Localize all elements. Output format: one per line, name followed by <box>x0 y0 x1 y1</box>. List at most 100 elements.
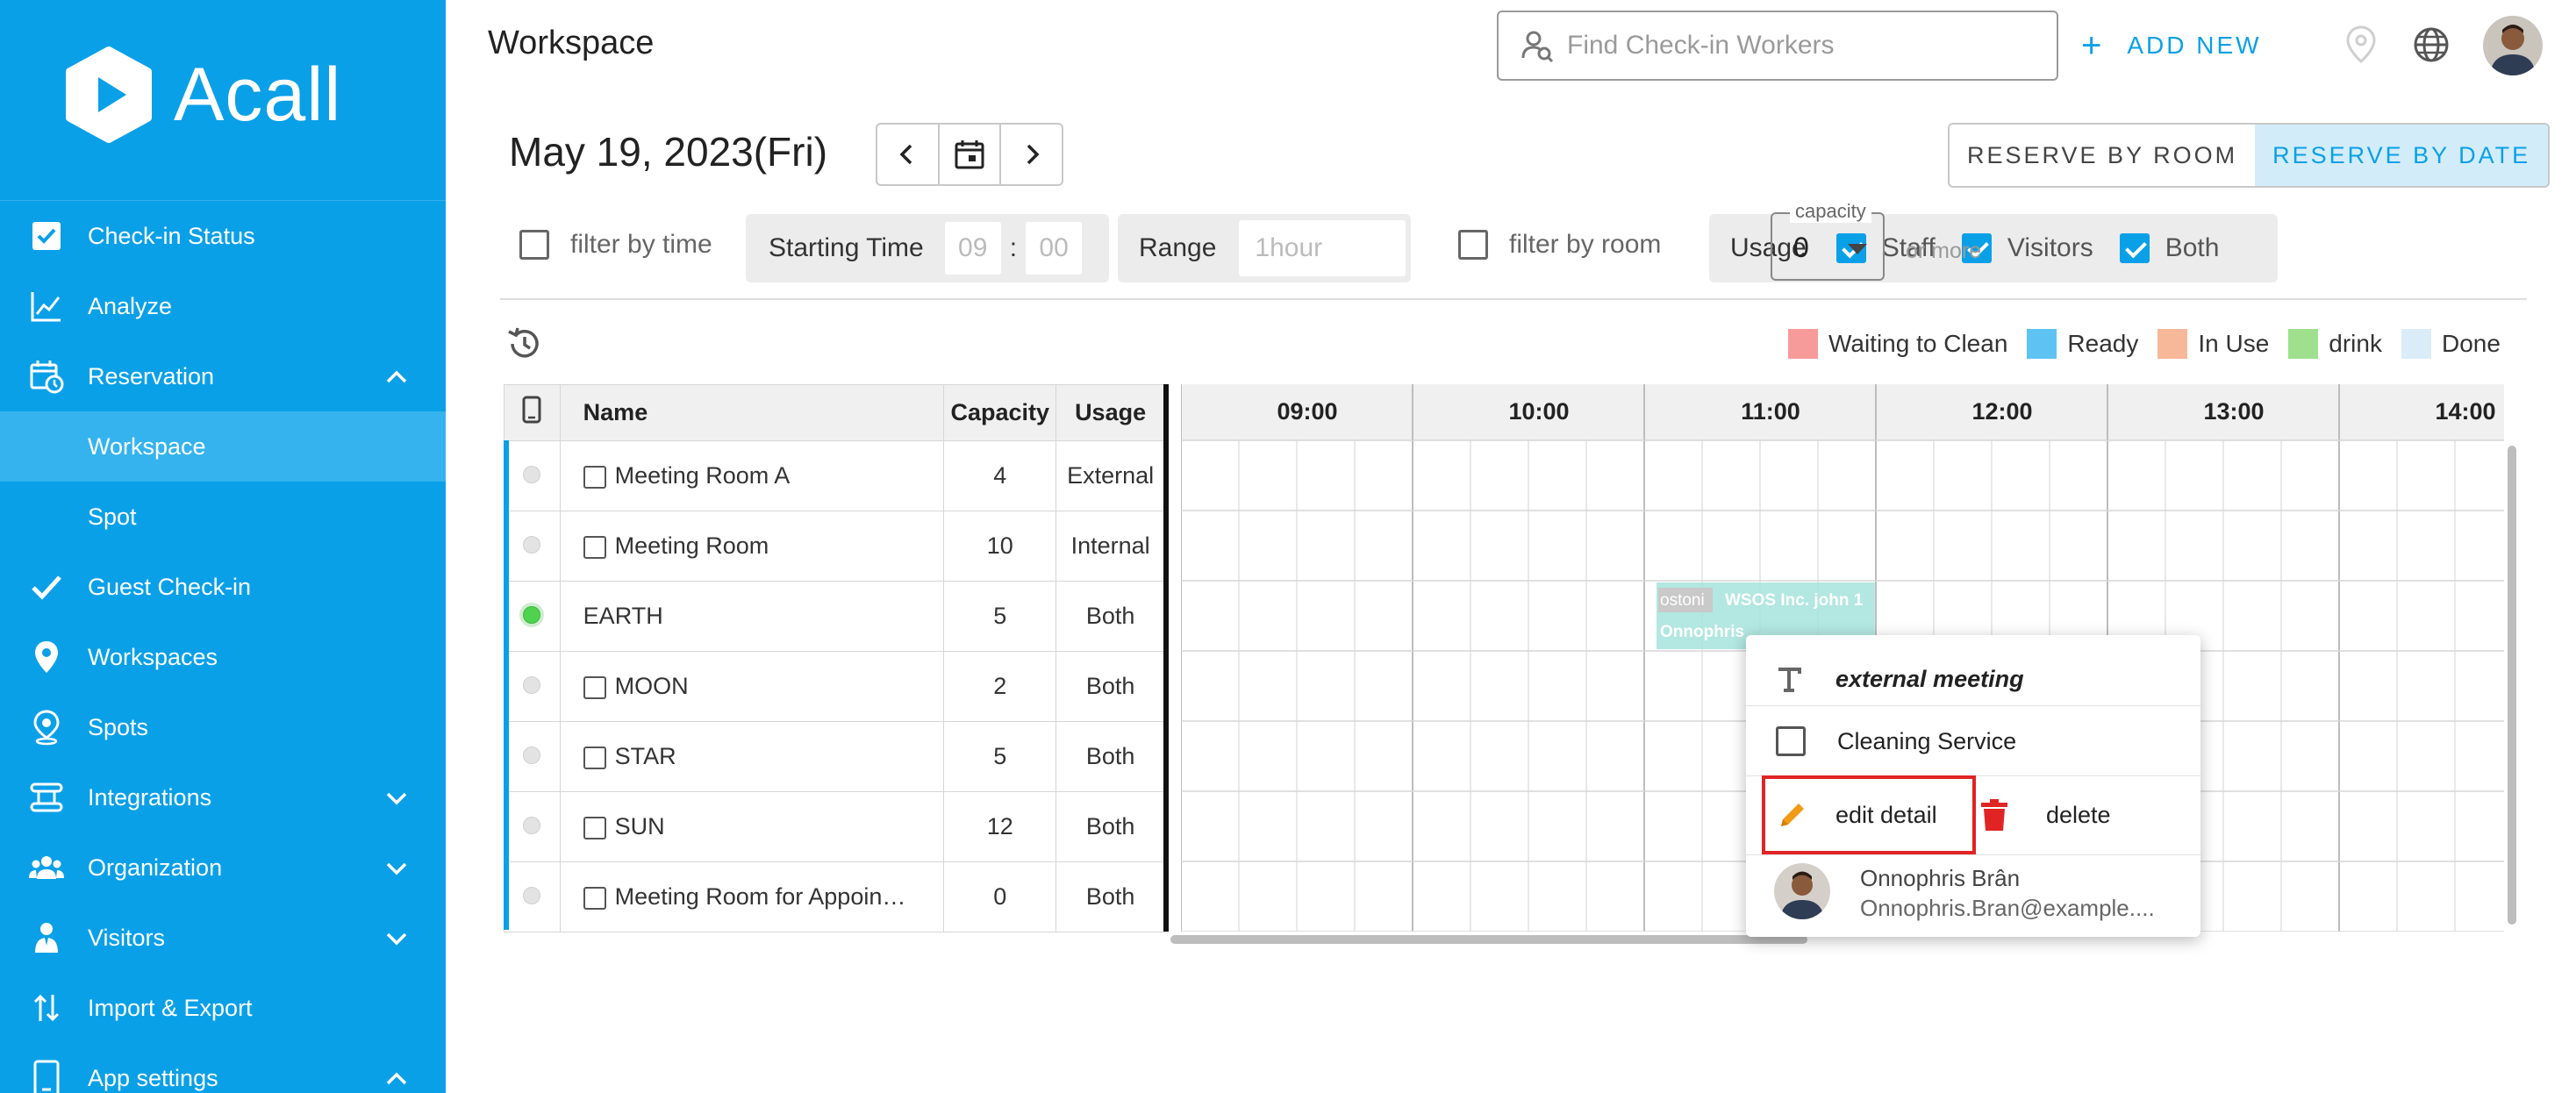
calendar-button[interactable] <box>940 125 1002 184</box>
room-capacity: 12 <box>943 791 1057 862</box>
room-checkbox[interactable] <box>583 746 606 769</box>
location-button[interactable] <box>2339 23 2383 67</box>
room-name-cell[interactable]: EARTH <box>559 581 945 652</box>
table-row[interactable]: EARTH 5 Both <box>504 581 1165 652</box>
table-row[interactable]: SUN 12 Both <box>504 791 1165 862</box>
cleaning-service-row[interactable]: Cleaning Service <box>1746 707 2200 775</box>
organizer-name: Onnophris Brân <box>1860 865 2021 891</box>
room-capacity: 4 <box>943 440 1057 511</box>
sidebar-item-integrations[interactable]: Integrations <box>0 762 446 832</box>
refresh-button[interactable] <box>505 325 544 363</box>
starting-time-group: Starting Time 09 : 00 <box>746 214 1109 282</box>
filter-by-time-checkbox[interactable] <box>519 230 549 260</box>
sidebar-item-workspace[interactable]: Workspace <box>0 411 446 482</box>
room-name-cell[interactable]: Meeting Room A <box>559 440 945 511</box>
usage-column-header[interactable]: Usage <box>1055 384 1165 441</box>
booking-company: WSOS Inc. john 1 <box>1725 591 1864 610</box>
both-checkbox[interactable] <box>2119 233 2150 263</box>
sidebar-item-label: Visitors <box>88 924 166 951</box>
sidebar-item-analyze[interactable]: Analyze <box>0 271 446 341</box>
vertical-scrollbar[interactable] <box>2508 446 2516 925</box>
language-button[interactable] <box>2409 23 2453 67</box>
user-avatar[interactable] <box>2483 16 2543 75</box>
room-name-cell[interactable]: MOON <box>559 651 945 722</box>
popup-separator <box>1746 705 2200 706</box>
cleaning-service-checkbox[interactable] <box>1776 726 1806 756</box>
sidebar-item-import-export[interactable]: Import & Export <box>0 973 446 1043</box>
capacity-column-header[interactable]: Capacity <box>943 384 1057 441</box>
hour-label: 11:00 <box>1741 398 1800 425</box>
add-new-button[interactable]: + ADD NEW <box>2081 26 2262 65</box>
room-name-cell[interactable]: SUN <box>559 791 945 862</box>
popup-separator <box>1746 854 2200 855</box>
sidebar-item-workspaces[interactable]: Workspaces <box>0 622 446 692</box>
room-checkbox[interactable] <box>583 675 606 699</box>
filter-by-room[interactable]: filter by room <box>1458 230 1661 260</box>
horizontal-scrollbar[interactable] <box>1170 935 1807 944</box>
organizer-avatar <box>1774 863 1830 919</box>
legend-item: Ready <box>2027 329 2138 359</box>
room-checkbox[interactable] <box>583 535 606 559</box>
room-checkbox[interactable] <box>583 816 606 839</box>
sidebar-item-label: Workspaces <box>88 643 218 670</box>
sidebar-item-app-settings[interactable]: App settings <box>0 1043 446 1093</box>
room-checkbox[interactable] <box>583 465 606 489</box>
sidebar-item-spots[interactable]: Spots <box>0 692 446 762</box>
search-input[interactable] <box>1567 31 2041 61</box>
chevron-down-icon[interactable] <box>384 855 409 880</box>
starting-hour-input[interactable]: 09 <box>944 222 1001 275</box>
organizer-email: Onnophris.Bran@example.... <box>1860 895 2155 921</box>
table-row[interactable]: Meeting Room A 4 External <box>504 440 1165 511</box>
delete-button[interactable]: delete <box>1979 797 2111 832</box>
reserve-by-date-button[interactable]: RESERVE BY DATE <box>2255 125 2549 186</box>
chevron-up-icon[interactable] <box>384 364 409 389</box>
room-name-cell[interactable]: Meeting Room <box>559 511 945 582</box>
globe-icon <box>2414 27 2449 62</box>
room-name: STAR <box>614 743 676 769</box>
table-row[interactable]: Meeting Room for Appoin… 0 Both <box>504 861 1165 932</box>
map-pin-icon <box>28 639 65 675</box>
sidebar-item-spot[interactable]: Spot <box>0 482 446 552</box>
chevron-down-icon[interactable] <box>384 925 409 950</box>
capacity-label: capacity <box>1790 200 1871 223</box>
chevron-down-icon[interactable] <box>384 785 409 810</box>
prev-day-button[interactable] <box>877 125 940 184</box>
next-day-button[interactable] <box>1001 125 1062 184</box>
room-checkbox[interactable] <box>583 886 606 910</box>
sidebar-item-label: Guest Check-in <box>88 573 252 600</box>
current-date: May 19, 2023(Fri) <box>509 129 828 175</box>
table-row[interactable]: Meeting Room 10 Internal <box>504 511 1165 582</box>
brand-name: Acall <box>174 52 342 137</box>
room-usage: Both <box>1055 581 1165 652</box>
filter-by-time[interactable]: filter by time <box>519 230 712 260</box>
capacity-select[interactable]: capacity 0 <box>1771 200 1885 281</box>
room-name-cell[interactable]: STAR <box>559 721 945 792</box>
status-dot <box>523 817 541 834</box>
calendar-clock-icon <box>28 358 65 395</box>
room-name: SUN <box>614 813 665 839</box>
starting-minute-input[interactable]: 00 <box>1026 222 1083 275</box>
range-input[interactable]: 1hour <box>1239 220 1406 276</box>
sidebar-item-organization[interactable]: Organization <box>0 832 446 903</box>
filter-by-room-checkbox[interactable] <box>1458 230 1488 260</box>
room-name: EARTH <box>583 603 663 629</box>
search-user-icon <box>1521 31 1554 63</box>
filter-by-time-label: filter by time <box>570 230 712 259</box>
name-column-header[interactable]: Name <box>559 384 945 441</box>
table-row[interactable]: STAR 5 Both <box>504 721 1165 792</box>
sidebar-item-reservation[interactable]: Reservation <box>0 341 446 411</box>
sidebar-item-visitors[interactable]: Visitors <box>0 903 446 973</box>
sidebar-item-check-in-status[interactable]: Check-in Status <box>0 201 446 271</box>
popup-title-row: external meeting <box>1746 651 2200 707</box>
brand-logo[interactable]: Acall <box>60 42 341 147</box>
booking-person: Onnophris <box>1660 623 1744 641</box>
search-box[interactable] <box>1497 11 2058 81</box>
reserve-by-room-button[interactable]: RESERVE BY ROOM <box>1950 125 2255 186</box>
legend: Waiting to Clean Ready In Use drink Done <box>1788 328 2520 360</box>
chevron-up-icon[interactable] <box>384 1066 409 1090</box>
room-name-cell[interactable]: Meeting Room for Appoin… <box>559 861 945 932</box>
sidebar-item-guest-check-in[interactable]: Guest Check-in <box>0 552 446 622</box>
table-row[interactable]: MOON 2 Both <box>504 651 1165 722</box>
chevron-right-icon <box>1027 144 1040 165</box>
device-column-header <box>504 384 561 441</box>
